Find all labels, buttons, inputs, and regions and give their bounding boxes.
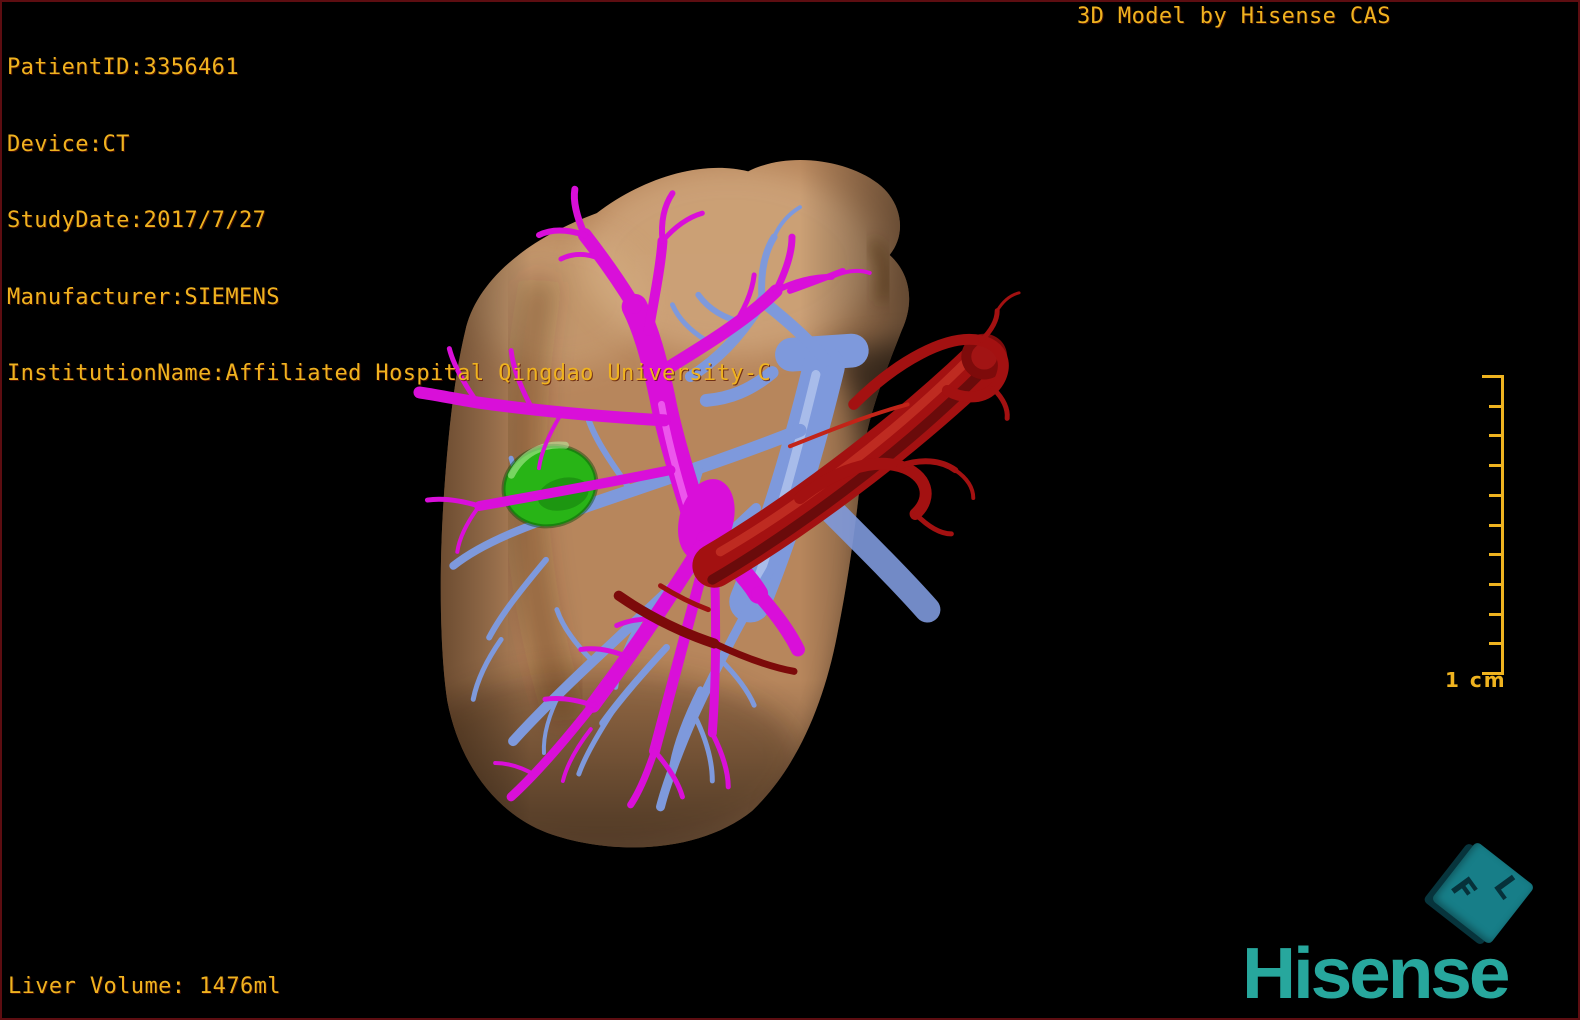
view-title: 3D Model by Hisense CAS: [1077, 4, 1391, 29]
scale-bar-tick: [1489, 642, 1504, 646]
orientation-letter-left: L: [1486, 869, 1526, 906]
manufacturer-line: Manufacturer:SIEMENS: [7, 284, 280, 310]
scale-bar-tick: [1489, 553, 1504, 557]
scale-bar-label: 1 cm: [1445, 668, 1507, 692]
scale-bar-tick: [1489, 582, 1504, 586]
institution-line: InstitutionName:Affiliated Hospital Qing…: [7, 361, 772, 386]
hisense-logo: Hisense: [1242, 934, 1510, 1014]
device-line: Device:CT: [7, 131, 130, 157]
scale-bar-tick: [1489, 404, 1504, 408]
scale-bar-tick: [1489, 464, 1504, 468]
orientation-letter-front: F: [1443, 871, 1484, 909]
scale-bar: [1478, 375, 1504, 675]
viewer-window: PatientID:3356461 Device:CT StudyDate:20…: [0, 0, 1580, 1020]
scale-bar-tick: [1489, 493, 1504, 497]
study-date-line: StudyDate:2017/7/27: [7, 208, 267, 233]
liver-volume-readout: Liver Volume: 1476ml: [8, 974, 281, 999]
scale-bar-tick: [1489, 612, 1504, 616]
patient-info-block: PatientID:3356461 Device:CT StudyDate:20…: [7, 4, 771, 438]
scale-bar-tick: [1482, 375, 1504, 378]
scale-bar-tick: [1489, 523, 1504, 527]
scale-bar-tick: [1489, 434, 1504, 438]
patient-id-line: PatientID:3356461: [7, 55, 239, 80]
